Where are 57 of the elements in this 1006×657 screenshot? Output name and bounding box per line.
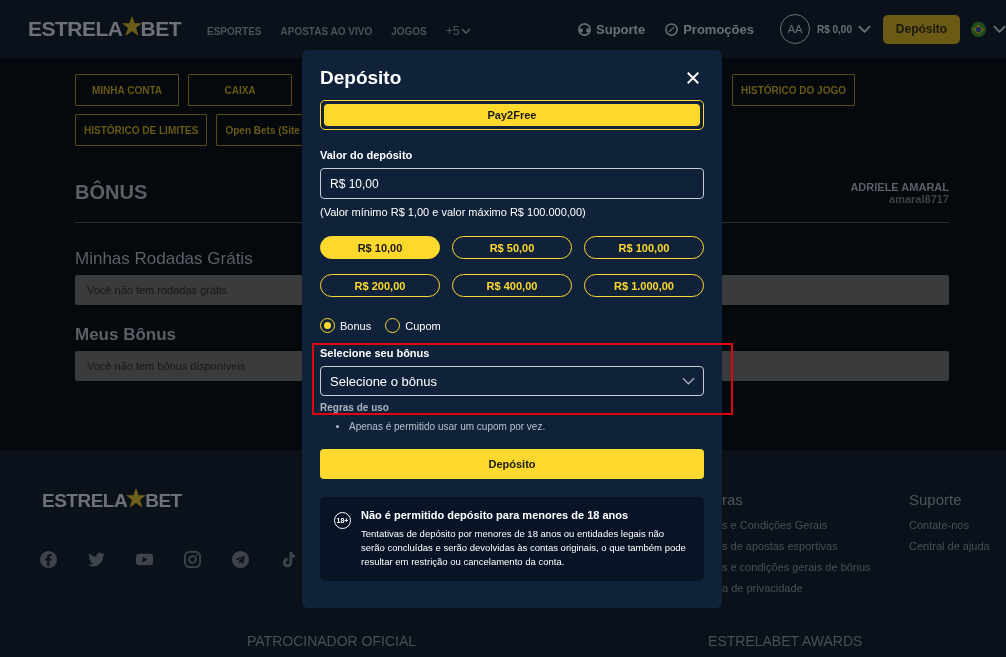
- account-tab[interactable]: CAIXA: [188, 74, 292, 106]
- twitter-icon[interactable]: [87, 550, 106, 569]
- account-tab[interactable]: MINHA CONTA: [75, 74, 179, 106]
- close-icon[interactable]: [686, 71, 700, 85]
- chevron-down-icon: [682, 377, 695, 385]
- field-label: Valor do depósito: [320, 149, 414, 161]
- payment-method[interactable]: Pay2Free: [320, 100, 704, 130]
- headset-icon[interactable]: [577, 21, 593, 37]
- user-name: ADRIELE AMARAL: [850, 181, 949, 193]
- radio-label[interactable]: Bonus: [340, 319, 372, 332]
- footer-link[interactable]: s e Condições Gerais: [722, 518, 909, 533]
- page-title: BÔNUS: [75, 181, 148, 205]
- footer-section-title: ESTRELABET AWARDS: [708, 633, 863, 649]
- account-tab[interactable]: HISTÓRICO DE LIMITES: [75, 114, 208, 146]
- nav-link[interactable]: APOSTAS AO VIVO: [280, 24, 373, 38]
- account-tab[interactable]: HISTÓRICO DO JOGO: [732, 74, 855, 106]
- promotions-link[interactable]: Promoções: [664, 21, 754, 37]
- caret-icon[interactable]: [858, 25, 871, 33]
- bullet-icon: [336, 425, 339, 428]
- star-icon: [125, 487, 148, 509]
- deposit-submit-button[interactable]: Depósito: [320, 449, 704, 479]
- amount-field[interactable]: R$ 10,00: [320, 168, 704, 199]
- footer-heading: ras: [722, 491, 744, 508]
- section-title: Minhas Rodadas Grátis: [75, 249, 253, 269]
- nav-link[interactable]: ESPORTES: [207, 24, 262, 38]
- facebook-icon[interactable]: [39, 550, 58, 569]
- footer-link[interactable]: s e condições gerais de bônus: [722, 560, 909, 575]
- rules-title: Regras de uso: [320, 402, 390, 413]
- nav-link[interactable]: JOGOS: [391, 24, 427, 38]
- footer-link[interactable]: Contate-nos: [909, 518, 990, 533]
- logo[interactable]: ESTRELA BET: [28, 17, 181, 41]
- notice-title: Não é permitido depósito para menores de 18 anos: [361, 509, 630, 521]
- balance[interactable]: R$ 0,00: [816, 23, 852, 35]
- footer-link[interactable]: s de apostas esportivas: [722, 539, 909, 554]
- instagram-icon[interactable]: [183, 550, 202, 569]
- amount-option[interactable]: R$ 10,00: [320, 236, 440, 259]
- amount-hint: (Valor mínimo R$ 1,00 e valor máximo R$ 100.000,00): [320, 206, 587, 218]
- deposit-button[interactable]: Depósito: [883, 14, 960, 44]
- section-title: Meus Bônus: [75, 325, 177, 345]
- username: amaral8717: [889, 193, 949, 205]
- nav-link[interactable]: +5: [445, 24, 472, 38]
- notice-text: Tentativas de depósito por menores de 18 anos ou entidades legais não serão concluídas e serão devolvidas às contas originais, o que também pode resultar em restrição ou cancelamento da conta.: [361, 527, 687, 569]
- footer-link[interactable]: Central de ajuda: [909, 539, 990, 554]
- support-link[interactable]: Suporte: [577, 21, 646, 37]
- telegram-icon[interactable]: [231, 550, 250, 569]
- footer-link[interactable]: a de privacidade: [722, 581, 909, 596]
- caret-icon[interactable]: [993, 25, 1006, 33]
- dialog-title: Depósito: [320, 67, 402, 89]
- footer-heading: Suporte: [909, 491, 963, 508]
- rule-text: Apenas é permitido usar um cupom por vez.: [349, 421, 546, 432]
- radio-label[interactable]: Cupom: [405, 319, 441, 332]
- bonus-dropdown[interactable]: Selecione o bônus: [320, 366, 704, 396]
- flag-icon[interactable]: [970, 20, 987, 38]
- caret-icon[interactable]: [461, 28, 472, 34]
- footer-logo[interactable]: ESTRELA BET: [42, 490, 298, 512]
- percent-icon[interactable]: [664, 21, 680, 37]
- footer-section-title: PATROCINADOR OFICIAL: [247, 633, 417, 649]
